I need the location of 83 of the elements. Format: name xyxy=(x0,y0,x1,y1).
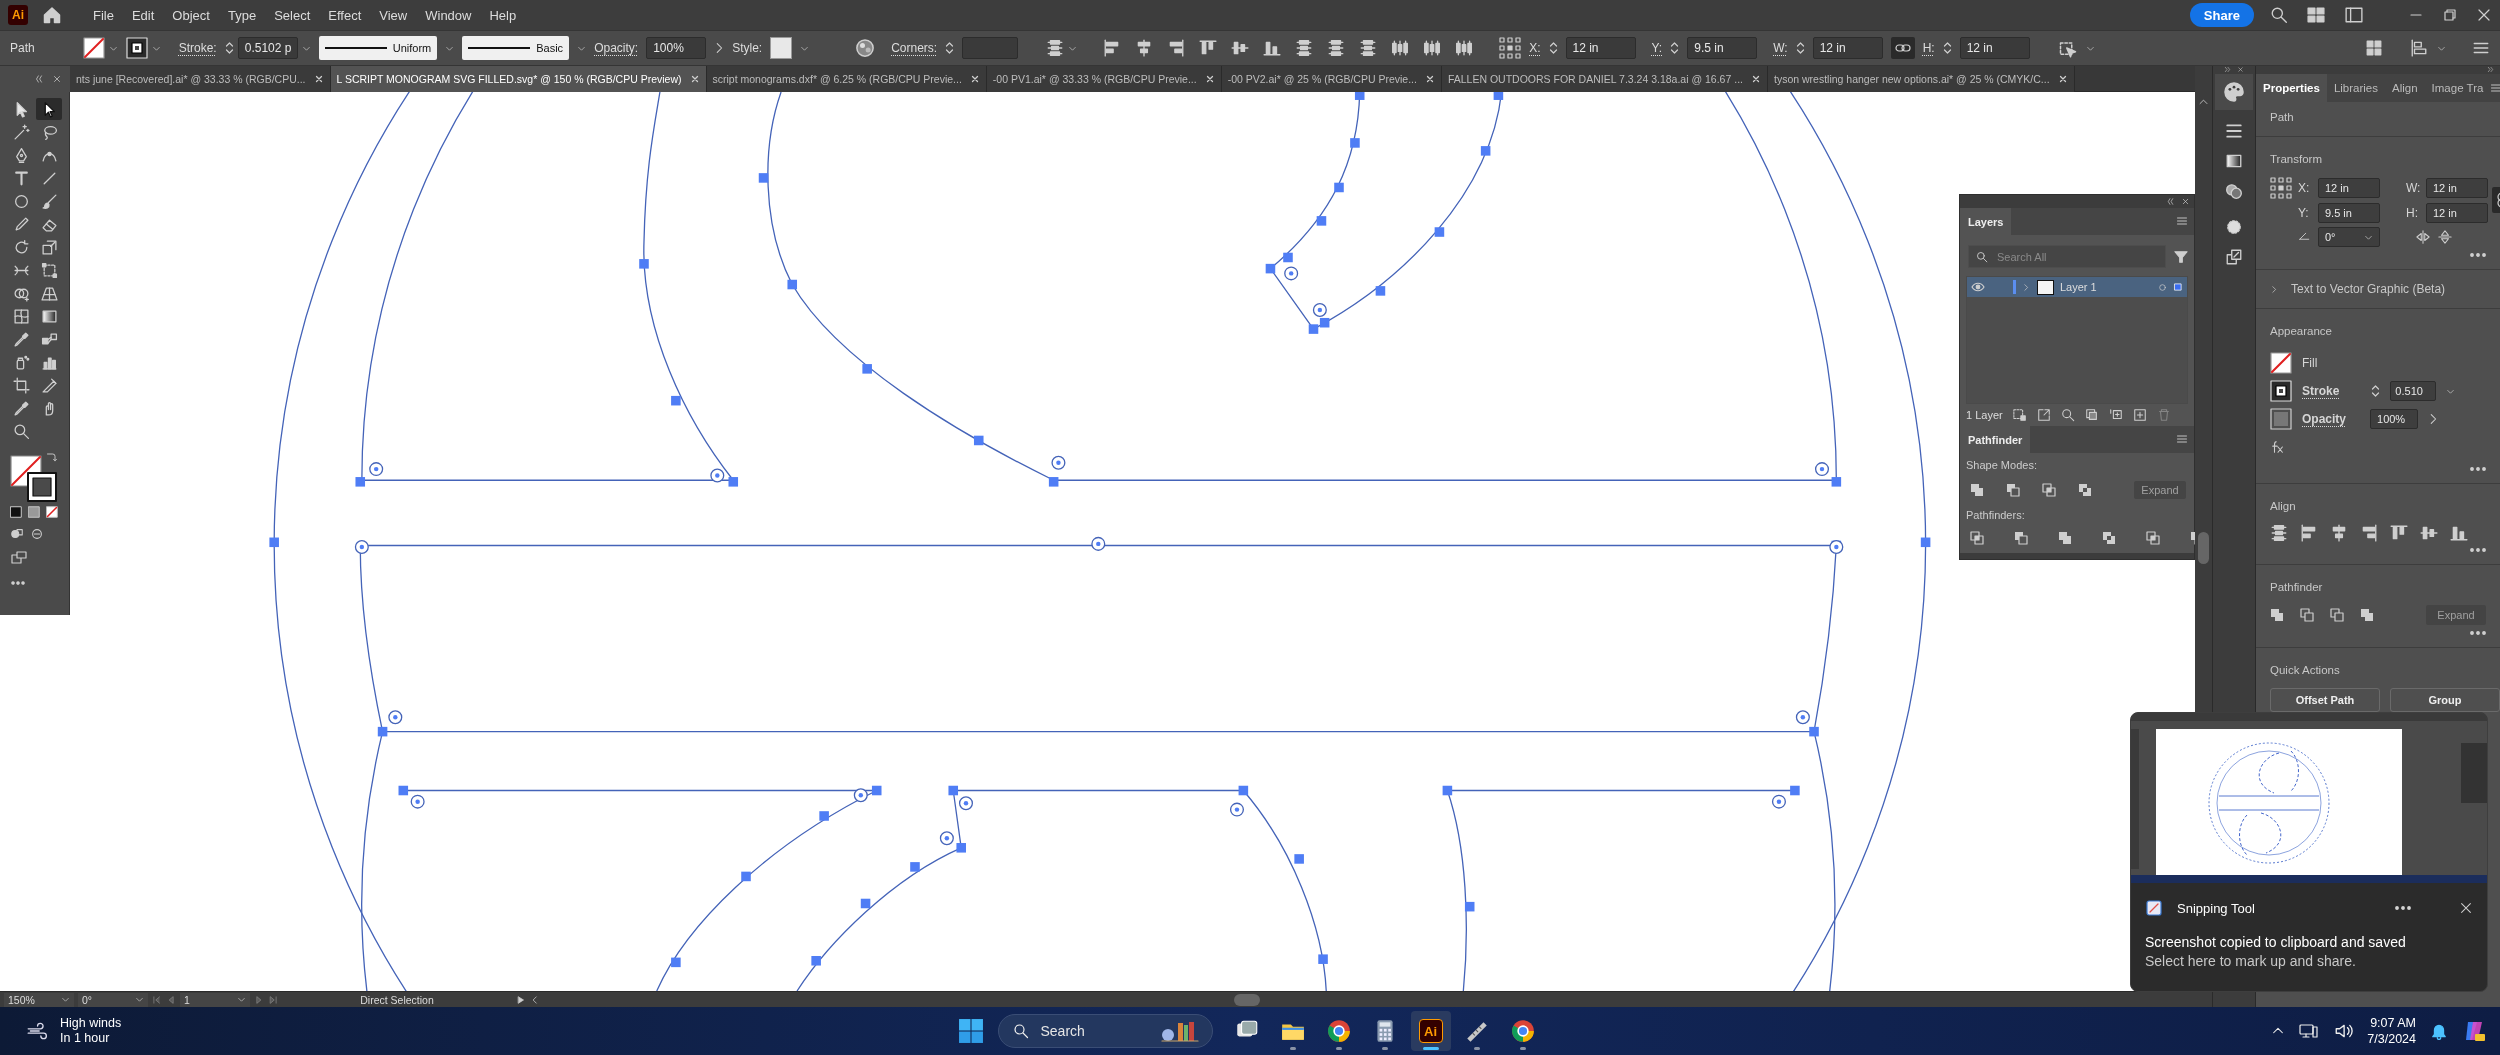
panel-tab[interactable]: Align xyxy=(2385,74,2425,102)
width-label[interactable]: W: xyxy=(1773,41,1788,55)
notification-app-name: Snipping Tool xyxy=(2177,900,2255,916)
panel-tab[interactable]: Image Tra xyxy=(2424,74,2491,102)
current-tool-label: Direct Selection xyxy=(359,993,435,1006)
notification-message[interactable]: Select here to mark up and share. xyxy=(2145,952,2473,971)
stroke-label[interactable]: Stroke xyxy=(2302,384,2340,398)
share-button[interactable]: Share xyxy=(2189,3,2254,27)
brush-definition-dropdown[interactable]: Basic xyxy=(462,36,570,60)
y-field[interactable]: 9.5 in xyxy=(2318,203,2380,223)
weather-widget[interactable]: High winds In 1 hour xyxy=(60,1016,122,1046)
height-field[interactable]: 12 in xyxy=(1959,37,2030,59)
panel-tab[interactable]: Properties xyxy=(2256,74,2327,102)
menu-item[interactable]: Select xyxy=(265,7,320,23)
selection-type-label: Path xyxy=(10,41,35,55)
style-label: Style: xyxy=(732,41,763,55)
menu-item[interactable]: Type xyxy=(218,7,266,23)
taskbar-search-field[interactable]: Search xyxy=(997,1014,1213,1048)
appearance-title: Appearance xyxy=(2270,325,2333,337)
stroke-weight-field[interactable]: 0.510 xyxy=(2390,381,2437,401)
layers-tab[interactable]: Layers xyxy=(1960,208,2012,235)
panel-tab[interactable]: Libraries xyxy=(2326,74,2385,102)
opacity-label[interactable]: Opacity xyxy=(2302,412,2346,426)
menu-item[interactable]: Help xyxy=(480,7,526,23)
app-logo: Ai xyxy=(8,5,28,25)
menu-item[interactable]: View xyxy=(370,7,417,23)
x-field[interactable]: 12 in xyxy=(2318,178,2380,198)
document-tab[interactable]: FALLEN OUTDOORS FOR DANIEL 7.3.24 3.18a.ai @ 16.67 ... xyxy=(1441,66,1768,92)
expand-button: Expand xyxy=(2426,605,2486,625)
rotation-field[interactable]: 0° xyxy=(2318,227,2380,247)
transform-title: Transform xyxy=(2270,153,2322,165)
y-label: Y: xyxy=(2298,206,2310,220)
pathfinder-tab[interactable]: Pathfinder xyxy=(1960,426,2031,453)
layer-name: Layer 1 xyxy=(2060,281,2097,293)
document-tab[interactable]: -00 PV2.ai* @ 25 % (RGB/CPU Previe... xyxy=(1221,66,1442,92)
corners-label[interactable]: Corners: xyxy=(891,41,938,55)
expand-button: Expand xyxy=(2134,481,2186,499)
clock[interactable]: 9:07 AM 7/3/2024 xyxy=(2367,1015,2416,1047)
selection-type-label: Path xyxy=(2270,111,2294,123)
pathfinder-title: Pathfinder xyxy=(2270,581,2323,593)
y-field[interactable]: 9.5 in xyxy=(1687,37,1758,59)
text-to-vector-section[interactable]: Text to Vector Graphic (Beta) xyxy=(2291,282,2446,296)
quick-action-button[interactable]: Group xyxy=(2390,688,2500,712)
illustrator-app-button[interactable]: Ai xyxy=(1410,1011,1451,1051)
document-tab[interactable]: L SCRIPT MONOGRAM SVG FILLED.svg* @ 150 % (RGB/CPU Preview) xyxy=(330,66,707,92)
artboard-number-dropdown[interactable]: 1 xyxy=(180,992,250,1007)
height-label: H: xyxy=(2406,206,2419,220)
width-field[interactable]: 12 in xyxy=(2426,178,2488,198)
pathfinders-label: Pathfinders: xyxy=(1965,508,2026,523)
layer-search-field[interactable]: Search All xyxy=(1968,245,2166,268)
layer-count: 1 Layer xyxy=(1966,409,2003,421)
notification-title[interactable]: Screenshot copied to clipboard and saved xyxy=(2145,933,2473,952)
document-tab[interactable]: -00 PV1.ai* @ 33.33 % (RGB/CPU Previe... xyxy=(986,66,1222,92)
quick-action-button[interactable]: Offset Path xyxy=(2270,688,2380,712)
variable-width-profile-dropdown[interactable]: Uniform xyxy=(318,36,438,60)
x-label: X: xyxy=(2298,181,2311,195)
stroke-label[interactable]: Stroke: xyxy=(178,41,217,55)
opacity-field[interactable]: 100% xyxy=(2370,409,2418,429)
menu-item[interactable]: Edit xyxy=(122,7,164,23)
menu-item[interactable]: Window xyxy=(416,7,481,23)
width-field[interactable]: 12 in xyxy=(1812,37,1883,59)
opacity-field[interactable]: 100% xyxy=(646,37,707,59)
width-label: W: xyxy=(2406,181,2422,195)
layer-row[interactable]: Layer 1 xyxy=(1967,277,2187,297)
fill-label: Fill xyxy=(2302,356,2318,370)
shape-modes-label: Shape Modes: xyxy=(1965,458,2038,473)
document-tab[interactable]: tyson wrestling hanger new options.ai* @ 25 % (CMYK/C... xyxy=(1767,66,2075,92)
stroke-weight-field[interactable]: 0.5102 p xyxy=(237,37,298,59)
menu-item[interactable]: Object xyxy=(163,7,219,23)
y-label[interactable]: Y: xyxy=(1651,41,1663,55)
quick-actions-title: Quick Actions xyxy=(2270,664,2340,676)
zoom-level-dropdown[interactable]: 150% xyxy=(4,992,74,1007)
x-field[interactable]: 12 in xyxy=(1565,37,1636,59)
height-field[interactable]: 12 in xyxy=(2426,203,2488,223)
opacity-label[interactable]: Opacity: xyxy=(594,41,639,55)
document-tab[interactable]: script monograms.dxf* @ 6.25 % (RGB/CPU Previe... xyxy=(706,66,987,92)
document-tab[interactable]: nts june [Recovered].ai* @ 33.33 % (RGB/CPU... xyxy=(70,66,331,92)
menu-item[interactable]: File xyxy=(84,7,123,23)
x-label[interactable]: X: xyxy=(1529,41,1541,55)
height-label[interactable]: H: xyxy=(1922,41,1935,55)
menu-item[interactable]: Effect xyxy=(319,7,371,23)
align-title: Align xyxy=(2270,500,2296,512)
rotation-dropdown[interactable]: 0° xyxy=(78,992,148,1007)
